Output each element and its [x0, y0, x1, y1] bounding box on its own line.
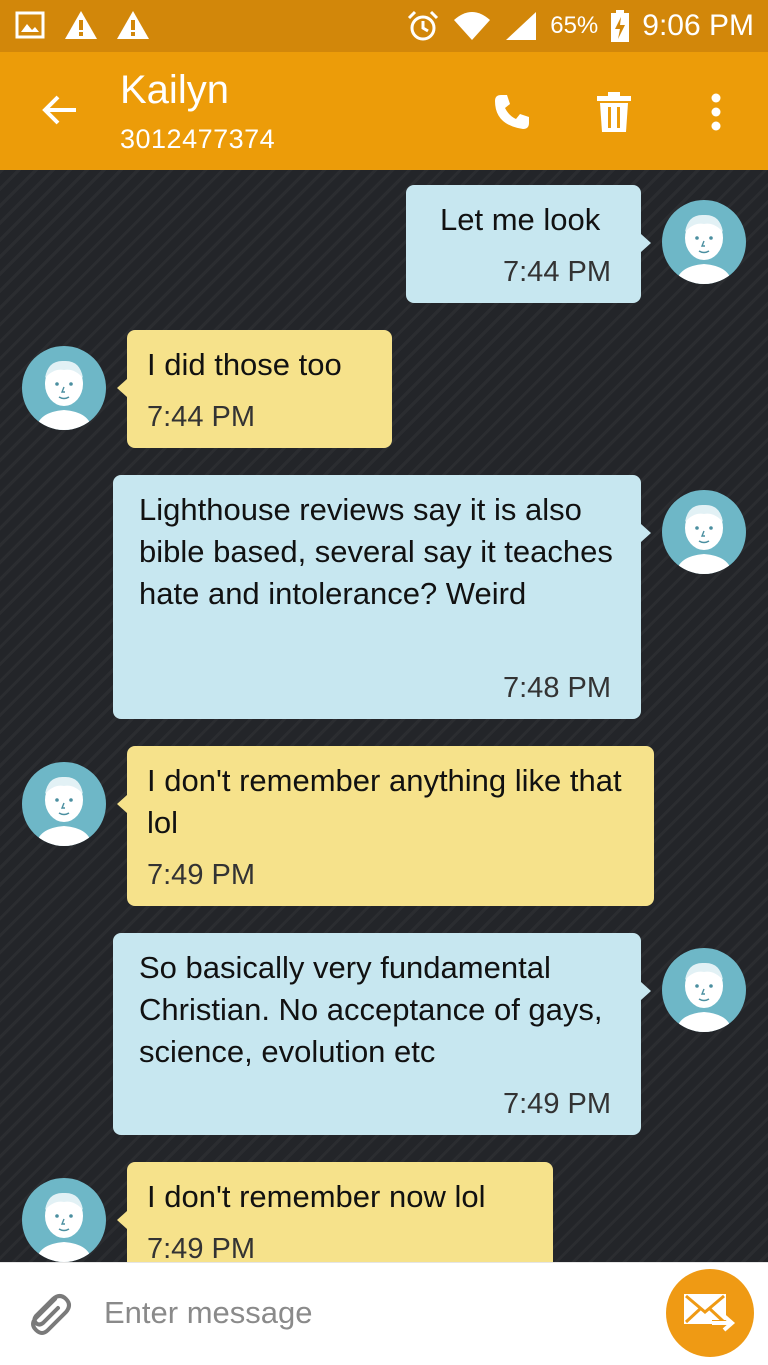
- avatar[interactable]: [662, 948, 746, 1032]
- avatar[interactable]: [662, 490, 746, 574]
- person-icon: [676, 214, 732, 284]
- signal-icon: [506, 12, 537, 40]
- avatar[interactable]: [22, 1178, 106, 1262]
- message-time: 7:44 PM: [503, 256, 611, 288]
- conversation-header: Kailyn 3012477374: [0, 52, 768, 170]
- message-text: So basically very fundamental Christian.…: [139, 950, 603, 1069]
- paperclip-icon: [31, 1294, 71, 1335]
- notification-icons: [14, 9, 150, 41]
- wifi-icon: [454, 12, 491, 40]
- message-bubble[interactable]: I don't remember now lol 7:49 PM: [127, 1162, 553, 1262]
- system-status: 65% 9:06 PM: [406, 6, 754, 46]
- clock: 9:06 PM: [642, 9, 754, 42]
- avatar[interactable]: [22, 346, 106, 430]
- call-button[interactable]: [490, 88, 534, 136]
- attach-button[interactable]: [22, 1287, 76, 1341]
- send-message-icon: [684, 1294, 736, 1332]
- delete-button[interactable]: [592, 88, 636, 136]
- battery-charging-icon: [611, 10, 630, 42]
- message-time: 7:49 PM: [503, 1088, 611, 1120]
- message-text: I don't remember anything like that lol: [147, 763, 622, 840]
- message-bubble[interactable]: So basically very fundamental Christian.…: [113, 933, 641, 1135]
- trash-icon: [597, 92, 631, 132]
- phone-icon: [495, 95, 529, 129]
- warning-icon: [117, 11, 149, 39]
- message-time: 7:49 PM: [147, 859, 255, 891]
- message-bubble[interactable]: Lighthouse reviews say it is also bible …: [113, 475, 641, 719]
- message-bubble[interactable]: I did those too 7:44 PM: [127, 330, 392, 448]
- message-time: 7:48 PM: [503, 672, 611, 704]
- avatar[interactable]: [22, 762, 106, 846]
- contact-number: 3012477374: [120, 124, 276, 154]
- message-input[interactable]: [104, 1285, 644, 1341]
- avatar[interactable]: [662, 200, 746, 284]
- message-text: Lighthouse reviews say it is also bible …: [139, 492, 613, 611]
- back-button[interactable]: [38, 88, 82, 132]
- status-bar: 65% 9:06 PM: [0, 0, 768, 52]
- back-arrow-icon: [42, 95, 76, 125]
- message-time: 7:49 PM: [147, 1233, 255, 1262]
- message-composer: [0, 1262, 768, 1365]
- bubble-tail: [117, 1211, 127, 1229]
- person-icon: [676, 504, 732, 574]
- message-bubble[interactable]: Let me look 7:44 PM: [406, 185, 641, 303]
- image-icon: [15, 11, 45, 39]
- bubble-tail: [641, 524, 651, 542]
- message-time: 7:44 PM: [147, 401, 255, 433]
- bubble-tail: [117, 795, 127, 813]
- battery-percent: 65%: [550, 12, 599, 39]
- message-bubble[interactable]: I don't remember anything like that lol …: [127, 746, 654, 906]
- person-icon: [36, 360, 92, 430]
- person-icon: [36, 776, 92, 846]
- message-text: Let me look: [440, 202, 601, 237]
- more-vert-icon: [711, 93, 721, 131]
- person-icon: [36, 1192, 92, 1262]
- message-text: I don't remember now lol: [147, 1179, 486, 1214]
- message-thread[interactable]: Let me look 7:44 PM I did those too 7:44…: [0, 170, 768, 1262]
- alarm-icon: [408, 10, 439, 41]
- send-button[interactable]: [666, 1269, 754, 1357]
- message-text: I did those too: [147, 347, 342, 382]
- bubble-tail: [641, 234, 651, 252]
- bubble-tail: [641, 982, 651, 1000]
- person-icon: [676, 962, 732, 1032]
- more-options-button[interactable]: [694, 88, 738, 136]
- bubble-tail: [117, 379, 127, 397]
- contact-name: Kailyn: [120, 68, 229, 112]
- warning-icon: [65, 11, 97, 39]
